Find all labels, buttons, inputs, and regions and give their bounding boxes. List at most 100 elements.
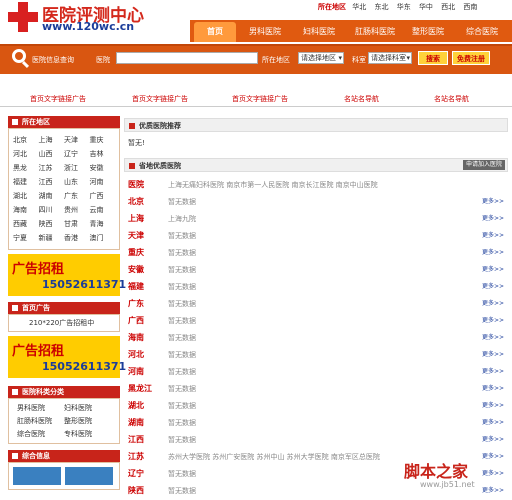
city-link[interactable]: 吉林 bbox=[90, 149, 116, 159]
small-ad-body[interactable]: 210*220广告招租中 bbox=[8, 314, 120, 332]
more-link[interactable]: 更多>> bbox=[482, 210, 504, 228]
city-link[interactable]: 广西 bbox=[90, 191, 116, 201]
thumb-image[interactable] bbox=[13, 467, 61, 485]
city-link[interactable]: 安徽 bbox=[90, 163, 116, 173]
city-link[interactable]: 广东 bbox=[64, 191, 90, 201]
province-label[interactable]: 上海 bbox=[128, 210, 144, 228]
hospital-links[interactable]: 暂无数据 bbox=[168, 295, 196, 313]
city-link[interactable]: 甘肃 bbox=[64, 219, 90, 229]
category-link[interactable]: 整形医院 bbox=[64, 416, 111, 426]
province-label[interactable]: 陕西 bbox=[128, 482, 144, 500]
more-link[interactable]: 更多>> bbox=[482, 465, 504, 483]
city-link[interactable]: 澳门 bbox=[90, 233, 116, 243]
region-link[interactable]: 华中 bbox=[419, 3, 433, 11]
province-label[interactable]: 天津 bbox=[128, 227, 144, 245]
city-link[interactable]: 江苏 bbox=[39, 163, 65, 173]
category-link[interactable]: 专科医院 bbox=[64, 429, 111, 439]
more-link[interactable]: 更多>> bbox=[482, 193, 504, 211]
nav-anorectal[interactable]: 肛肠科医院 bbox=[348, 22, 402, 42]
more-link[interactable]: 更多>> bbox=[482, 448, 504, 466]
city-link[interactable]: 四川 bbox=[39, 205, 65, 215]
hospital-links[interactable]: 暂无数据 bbox=[168, 414, 196, 432]
province-label[interactable]: 江苏 bbox=[128, 448, 144, 466]
more-link[interactable]: 更多>> bbox=[482, 295, 504, 313]
city-link[interactable]: 陕西 bbox=[39, 219, 65, 229]
text-ad-link[interactable]: 首页文字链接广告 bbox=[132, 94, 188, 104]
province-label[interactable]: 湖北 bbox=[128, 397, 144, 415]
text-ad-link[interactable]: 名站名导航 bbox=[344, 94, 379, 104]
hospital-links[interactable]: 苏州大学医院 苏州广安医院 苏州中山 苏州大学医院 南京军区总医院 bbox=[168, 448, 380, 466]
region-select[interactable]: 请选择地区 bbox=[298, 52, 344, 64]
category-select[interactable]: 请选择科室 bbox=[368, 52, 412, 64]
nav-gyn[interactable]: 妇科医院 bbox=[294, 22, 344, 42]
hospital-links[interactable]: 暂无数据 bbox=[168, 431, 196, 449]
province-label[interactable]: 广东 bbox=[128, 295, 144, 313]
more-link[interactable]: 更多>> bbox=[482, 482, 504, 500]
city-link[interactable]: 海南 bbox=[13, 205, 39, 215]
hospital-links[interactable]: 上海九院 bbox=[168, 210, 196, 228]
hospital-links[interactable]: 暂无数据 bbox=[168, 465, 196, 483]
ad-banner[interactable]: 广告招租 15052611371 bbox=[8, 254, 126, 296]
city-link[interactable]: 西藏 bbox=[13, 219, 39, 229]
hospital-links[interactable]: 上海无痛妇科医院 南京市第一人民医院 南京长江医院 南京中山医院 bbox=[168, 176, 378, 194]
city-link[interactable]: 河南 bbox=[90, 177, 116, 187]
nav-home[interactable]: 首页 bbox=[194, 22, 236, 42]
city-link[interactable]: 上海 bbox=[39, 135, 65, 145]
hospital-links[interactable]: 暂无数据 bbox=[168, 363, 196, 381]
city-link[interactable]: 云南 bbox=[90, 205, 116, 215]
region-link[interactable]: 东北 bbox=[374, 3, 388, 11]
province-label[interactable]: 河北 bbox=[128, 346, 144, 364]
region-link[interactable]: 华东 bbox=[397, 3, 411, 11]
hospital-links[interactable]: 暂无数据 bbox=[168, 346, 196, 364]
more-link[interactable]: 更多>> bbox=[482, 414, 504, 432]
city-link[interactable]: 重庆 bbox=[90, 135, 116, 145]
category-link[interactable]: 男科医院 bbox=[17, 403, 64, 413]
text-ad-link[interactable]: 首页文字链接广告 bbox=[30, 94, 86, 104]
nav-cosmetic[interactable]: 整形医院 bbox=[404, 22, 452, 42]
city-link[interactable]: 浙江 bbox=[64, 163, 90, 173]
hospital-links[interactable]: 暂无数据 bbox=[168, 193, 196, 211]
province-label[interactable]: 北京 bbox=[128, 193, 144, 211]
more-link[interactable]: 更多>> bbox=[482, 363, 504, 381]
city-link[interactable]: 辽宁 bbox=[64, 149, 90, 159]
ad-banner[interactable]: 广告招租 15052611371 bbox=[8, 336, 126, 378]
city-link[interactable]: 北京 bbox=[13, 135, 39, 145]
city-link[interactable]: 山西 bbox=[39, 149, 65, 159]
city-link[interactable]: 香港 bbox=[64, 233, 90, 243]
category-link[interactable]: 妇科医院 bbox=[64, 403, 111, 413]
more-link[interactable]: 更多>> bbox=[482, 397, 504, 415]
hospital-links[interactable]: 暂无数据 bbox=[168, 482, 196, 500]
category-link[interactable]: 肛肠科医院 bbox=[17, 416, 64, 426]
city-link[interactable]: 宁夏 bbox=[13, 233, 39, 243]
more-link[interactable]: 更多>> bbox=[482, 227, 504, 245]
province-label[interactable]: 海南 bbox=[128, 329, 144, 347]
province-label[interactable]: 江西 bbox=[128, 431, 144, 449]
city-link[interactable]: 江西 bbox=[39, 177, 65, 187]
city-link[interactable]: 天津 bbox=[64, 135, 90, 145]
text-ad-link[interactable]: 首页文字链接广告 bbox=[232, 94, 288, 104]
hospital-links[interactable]: 暂无数据 bbox=[168, 329, 196, 347]
apply-button[interactable]: 申请加入医院 bbox=[462, 160, 505, 170]
region-link[interactable]: 华北 bbox=[352, 3, 366, 11]
region-link[interactable]: 西南 bbox=[463, 3, 477, 11]
search-button[interactable]: 搜索 bbox=[418, 51, 448, 65]
city-link[interactable]: 福建 bbox=[13, 177, 39, 187]
hospital-links[interactable]: 暂无数据 bbox=[168, 278, 196, 296]
city-link[interactable]: 黑龙 bbox=[13, 163, 39, 173]
province-label[interactable]: 福建 bbox=[128, 278, 144, 296]
city-link[interactable]: 湖北 bbox=[13, 191, 39, 201]
more-link[interactable]: 更多>> bbox=[482, 346, 504, 364]
more-link[interactable]: 更多>> bbox=[482, 431, 504, 449]
region-link[interactable]: 西北 bbox=[441, 3, 455, 11]
more-link[interactable]: 更多>> bbox=[482, 278, 504, 296]
more-link[interactable]: 更多>> bbox=[482, 244, 504, 262]
province-label[interactable]: 湖南 bbox=[128, 414, 144, 432]
nav-general[interactable]: 综合医院 bbox=[456, 22, 508, 42]
nav-male[interactable]: 男科医院 bbox=[240, 22, 290, 42]
province-label[interactable]: 医院 bbox=[128, 176, 144, 194]
hospital-links[interactable]: 暂无数据 bbox=[168, 227, 196, 245]
text-ad-link[interactable]: 名站名导航 bbox=[434, 94, 469, 104]
hospital-links[interactable]: 暂无数据 bbox=[168, 397, 196, 415]
city-link[interactable]: 山东 bbox=[64, 177, 90, 187]
hospital-links[interactable]: 暂无数据 bbox=[168, 261, 196, 279]
